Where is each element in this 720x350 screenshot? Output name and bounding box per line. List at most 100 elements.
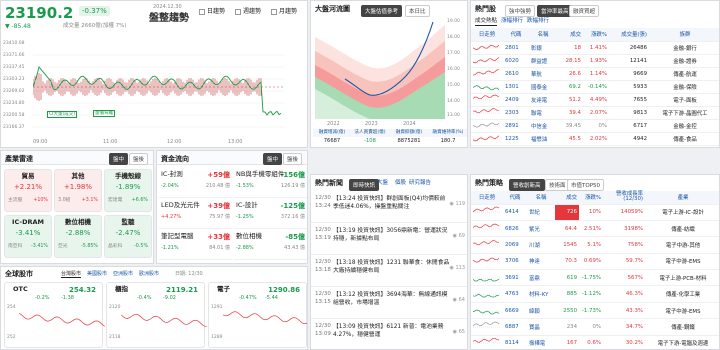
tab-intraday[interactable]: 盤中 [109, 153, 129, 165]
views-icon: ◉ 65 [452, 329, 465, 335]
table-row[interactable]: 6669 緯穎 2550 -1.73% 43.3% 電子中游-EMS [471, 302, 719, 320]
tab-top50[interactable]: 市值TOP50 [567, 179, 605, 191]
subtab-hot[interactable]: 成交熱點 [475, 18, 498, 26]
table-row[interactable]: 2801 彰銀 18 1.41% 26486 金融-銀行 [471, 41, 719, 55]
table-row[interactable]: 2610 華航 26.6 1.14% 9669 傳產-航運 [471, 67, 719, 81]
sparkline [472, 258, 501, 264]
tab-asia-market[interactable]: 亞洲股市 [113, 271, 133, 277]
sector-card[interactable]: 手機殼線 -1.89% 宏達電 +6.6% [104, 169, 152, 212]
trend-label: 盤整趨勢 [149, 13, 189, 24]
tab-flow-intraday[interactable]: 盤中 [263, 153, 283, 165]
market-sparkline [121, 313, 207, 327]
news-item[interactable]: 12/30 13:18 【13:18 投資快訊】1231 聯華食：休閒食品大廠持續… [311, 255, 467, 287]
table-row[interactable]: 8114 振樺電 167 0.6% 30.2% 電子下游-電腦及週邊 [471, 335, 719, 349]
table-row[interactable]: 6826 紫光 64.4 2.51% 3198% 傳產-紡織 [471, 220, 719, 238]
table-row[interactable]: 3706 神達 70.3 0.69% 59.7% 電子中游-EMS [471, 253, 719, 271]
flow-item[interactable]: 筆記型電腦 +33億 -1.21% 84.01 億 [159, 231, 232, 260]
news-item[interactable]: 12/30 13:24 【13:24 投資快訊】群創面板(Q4)均價較前季低迷4.… [311, 191, 467, 223]
river-panel: 大盤河流圖 大盤估值參考 本日比 19.00 18.00 17.00 16.00… [310, 0, 468, 148]
market-card[interactable]: 櫃指 2119.21 -0.4% -9.02 2120 2118 [106, 282, 207, 348]
tab-eu-market[interactable]: 歐洲股市 [139, 271, 159, 277]
sparkline [472, 68, 501, 76]
news-title: 熱門新聞 [315, 179, 343, 187]
index-panel: 23190.2 -0.37% ▼ -85.48 成交量 2660億(加權 7%)… [0, 0, 308, 148]
sector-card[interactable]: 監聽 -2.47% 晶彩科 -0.5% [104, 215, 152, 258]
strategy-panel: 熱門策略 營收創新高 技術面 市值TOP50 日走勢 代碼 名稱 成交 漲跌% 營收成長率… [470, 174, 720, 350]
tab-revenue-high[interactable]: 營收創新高 [509, 179, 545, 191]
index-date: 2024.12.30 [153, 4, 182, 10]
market-sparkline [223, 311, 307, 325]
tab-news-live[interactable]: 即時快訊 [349, 179, 380, 191]
sector-card[interactable]: 其他 +1.98% 3.0紹 +3.1% [54, 169, 102, 212]
sector-card[interactable]: 貿易 +2.21% 主流股 +10% [4, 169, 52, 212]
market-card[interactable]: 電子 1290.86 -0.47% -5.44 1291 1289 [208, 282, 307, 348]
flow-item[interactable]: IC-封測 +59億 -2.04% 210.48 億 [159, 169, 232, 198]
sector-card[interactable]: IC-DRAM -3.41% 南亞科 -3.41% [4, 215, 52, 258]
table-row[interactable]: 6887 寶晶 234 0% 34.7% 傳產-鋼鐵 [471, 318, 719, 336]
news-panel: 熱門新聞 即時快訊 大盤 個股 研究報告 12/30 13:24 【13:24 投… [310, 174, 468, 350]
tab-after-hours[interactable]: 盤後 [129, 153, 149, 165]
table-row[interactable]: 1225 福懋油 45.5 2.02% 4942 傳產-食品 [471, 132, 719, 146]
dashboard: 23190.2 -0.37% ▼ -85.48 成交量 2660億(加權 7%)… [0, 0, 720, 350]
sparkline [472, 107, 501, 113]
tab-daytrade[interactable]: 當沖率最高 [537, 5, 573, 17]
sparkline [472, 122, 501, 128]
tab-tw-market[interactable]: 台灣股市 [61, 271, 82, 278]
table-row[interactable]: 2891 中信金 39.45 0% 6717 金融-金控 [471, 119, 719, 133]
fund-flow-panel: 資金流向 盤中 盤後 IC-封測 +59億 -2.04% 210.48 億 LED及光元… [156, 150, 308, 264]
flow-item[interactable]: NB與手機零組件 -156億 -1.53% 126.19 億 [234, 169, 307, 198]
tab-us-market[interactable]: 美國股市 [87, 271, 107, 277]
global-date: 日期: 12/30 [175, 271, 203, 277]
daily-trend-checkbox[interactable]: 日趨勢 [199, 6, 225, 15]
global-market-panel: 全球股市 台灣股市 美國股市 亞洲股市 歐洲股市 日期: 12/30 OTC 25… [0, 266, 308, 350]
monthly-trend-checkbox[interactable]: 月趨勢 [271, 6, 297, 15]
river-title: 大盤河流圖 [315, 5, 350, 13]
news-item[interactable]: 12/30 13:19 【13:19 投資快訊】3056鼎新電：營運狀況持穩，新據… [311, 223, 467, 255]
table-row[interactable]: 6020 群益證 28.15 1.93% 12141 金融-證券 [471, 54, 719, 68]
index-xaxis: 09:00 11:00 12:00 13:00 [33, 139, 243, 145]
hot-stocks-table: 日走勢 代碼 名稱 成交 漲跌% 成交量(張) 族群 2801 彰銀 18 1.41% 26486 金… [471, 28, 719, 146]
table-row[interactable]: 4763 材料-KY 885 -1.12% 46.3% 傳產-化學工業 [471, 285, 719, 303]
fund-flow-title: 資金流向 [161, 155, 189, 163]
global-title: 全球股市 [5, 270, 33, 278]
sparkline [472, 277, 501, 282]
intraday-chart [33, 54, 285, 128]
table-row[interactable]: 2409 友達電 51.2 4.49% 7655 電子-面板 [471, 93, 719, 107]
news-item[interactable]: 12/30 13:15 【13:12 投資快訊】3694海華：無線通訊模組營收，市… [311, 287, 467, 319]
tab-news-market[interactable]: 大盤 [377, 180, 388, 187]
market-card[interactable]: OTC 254.32 -0.2% -1.38 254 252 [4, 282, 105, 348]
subtab-gainers[interactable]: 漲幅排行 [501, 18, 523, 25]
sector-card[interactable]: 數位相機 -2.88% 亞光 -5.85% [54, 215, 102, 258]
index-change-pct: -0.37% [79, 6, 110, 17]
tab-margin[interactable]: 融資買超 [569, 5, 600, 17]
news-item[interactable]: 12/30 13:09 【13:09 投資快訊】6121 新普：電池業務4.27%… [311, 319, 467, 349]
table-row[interactable]: 1301 國泰金 69.2 -0.14% 5933 金融-保險 [471, 80, 719, 94]
sparkline [472, 134, 501, 141]
flow-item[interactable]: IC-設計 -125億 -1.25% 372.16 億 [234, 200, 307, 229]
table-row[interactable]: 6414 世紀 726 10% 14059% 電子上游-IC-設計 [471, 204, 719, 221]
river-stats: 融資增減(億) 法人買賣超(億) 融資餘額(億) 融資維持率(%) 76687 -108… [313, 123, 467, 147]
tab-valuation[interactable]: 大盤估值參考 [361, 5, 403, 17]
callout-divergence: 量價背離 [93, 110, 115, 118]
flow-item[interactable]: LED及光元件 +39億 +4.27% 75.97 億 [159, 200, 232, 229]
sparkline [472, 56, 501, 63]
flow-item[interactable]: 數位相機 -85億 -2.88% 43.43 億 [234, 231, 307, 260]
tab-today[interactable]: 本日比 [405, 5, 430, 17]
sector-radar-panel: 產業雷達 盤中 盤後 貿易 +2.21% 主流股 +10% 其他 +1.98% 3.0紹 +3… [0, 150, 154, 264]
table-row[interactable]: 2303 聯電 39.4 2.07% 9813 電子下游-晶圓代工 [471, 106, 719, 120]
subtab-losers[interactable]: 跌幅排行 [527, 18, 549, 25]
tab-technical[interactable]: 技術面 [545, 179, 570, 191]
strategy-title: 熱門策略 [475, 179, 503, 187]
tab-flow-after[interactable]: 盤後 [283, 153, 303, 165]
sparkline [472, 309, 501, 314]
table-header: 日走勢 代碼 名稱 成交 漲跌% 營收成長率(12/30) 產業 [471, 191, 719, 205]
table-row[interactable]: 2069 川湖 1545 5.1% 758% 電子中游-其他 [471, 236, 719, 254]
index-volume: 成交量 2660億(加權 7%) [63, 23, 127, 29]
tab-news-research[interactable]: 研究報告 [409, 180, 431, 187]
views-icon: ◉ 119 [449, 201, 466, 207]
tab-strong[interactable]: 強中強勢 [505, 5, 536, 17]
weekly-trend-checkbox[interactable]: 週趨勢 [235, 6, 261, 15]
hot-stocks-panel: 熱門股 強中強勢 當沖率最高 融資買超 成交熱點 漲幅排行 跌幅排行 日走勢 代碼… [470, 0, 720, 148]
table-row[interactable]: 3691 富鼎 619 -1.75% 567% 電子上游-PCB-材料 [471, 269, 719, 287]
tab-news-stock[interactable]: 個股 [395, 180, 406, 187]
